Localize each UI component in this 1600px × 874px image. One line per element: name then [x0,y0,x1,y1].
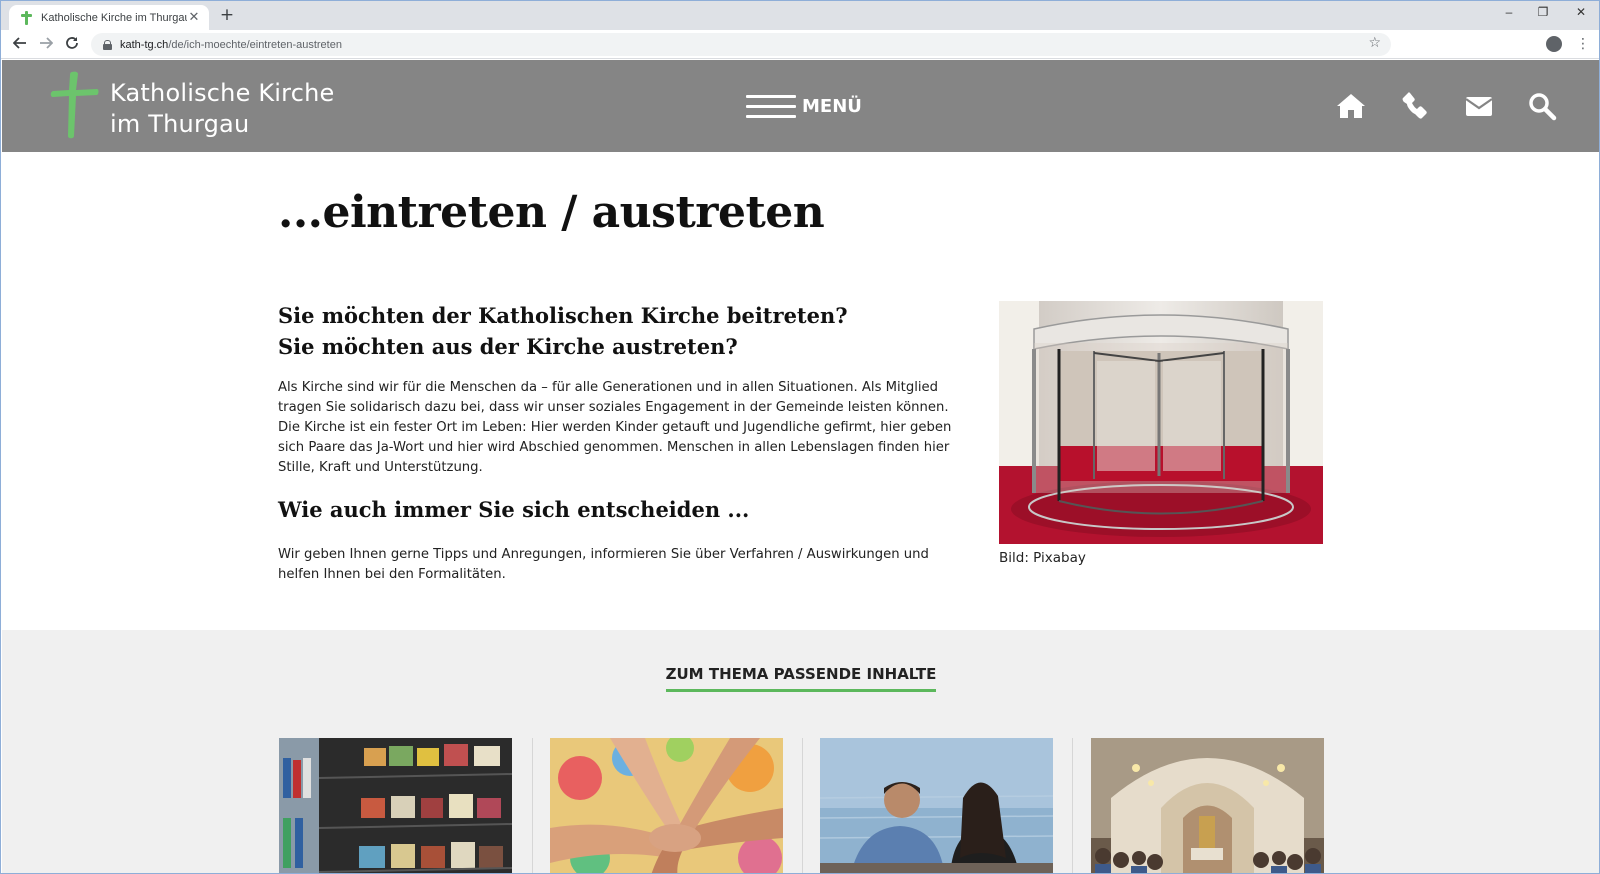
related-card-hands[interactable] [550,738,783,873]
intro-heading-line-1: Sie möchten der Katholischen Kirche beit… [278,303,848,328]
related-card-bookshelf[interactable] [279,738,512,873]
tab-close-icon[interactable]: ✕ [187,10,201,25]
menu-button[interactable]: MENÜ [746,92,862,120]
card-divider [532,738,533,873]
sub-heading: Wie auch immer Sie sich entscheiden ... [278,497,750,522]
revolving-door-image [999,301,1323,544]
related-title-wrap: ZUM THEMA PASSENDE INHALTE [2,664,1599,692]
page-title: ...eintreten / austreten [278,187,825,238]
related-card-couple[interactable] [820,738,1053,873]
url-path: /de/ich-moechte/eintreten-austreten [168,38,342,51]
related-title: ZUM THEMA PASSENDE INHALTE [665,665,937,692]
stacked-hands-image [550,738,783,873]
browser-menu-icon[interactable]: ⋮ [1576,34,1590,54]
intro-paragraph: Als Kirche sind wir für die Menschen da … [278,380,952,475]
menu-label: MENÜ [802,95,862,117]
forward-button[interactable] [35,34,57,56]
mail-icon[interactable] [1463,90,1495,122]
logo-line-1: Katholische Kirche [110,79,335,107]
close-window-button[interactable]: ✕ [1561,5,1599,25]
url-host: kath-tg.ch [120,38,169,51]
church-interior-image [1091,738,1324,873]
home-icon[interactable] [1335,90,1367,122]
related-card-church[interactable] [1091,738,1324,873]
address-bar[interactable]: kath-tg.ch/de/ich-moechte/eintreten-aust… [91,33,1391,56]
couple-by-sea-image [820,738,1053,873]
site-logo-text[interactable]: Katholische Kirche im Thurgau [110,78,335,140]
tab-title: Katholische Kirche im Thurgau [41,11,187,24]
reload-button[interactable] [61,34,83,56]
image-caption: Bild: Pixabay [999,550,1086,566]
site-header: Katholische Kirche im Thurgau MENÜ [2,60,1599,152]
bookshelf-image [279,738,512,873]
favicon-cross-icon [19,10,33,25]
sub-paragraph: Wir geben Ihnen gerne Tipps und Anregung… [278,547,929,582]
back-button[interactable] [9,34,31,56]
profile-avatar-icon[interactable] [1546,36,1562,52]
tab-bar: Katholische Kirche im Thurgau ✕ + – ❐ ✕ [1,1,1599,30]
reload-icon [66,37,78,49]
card-divider [802,738,803,873]
browser-tab[interactable]: Katholische Kirche im Thurgau ✕ [9,5,209,30]
search-icon[interactable] [1526,90,1558,122]
url-text: kath-tg.ch/de/ich-moechte/eintreten-aust… [120,39,342,51]
forward-arrow-icon [40,37,54,49]
hamburger-icon [746,92,796,120]
logo-line-2: im Thurgau [110,110,250,138]
intro-heading: Sie möchten der Katholischen Kirche beit… [278,300,918,362]
browser-toolbar: kath-tg.ch/de/ich-moechte/eintreten-aust… [1,30,1599,59]
restore-button[interactable]: ❐ [1523,5,1563,25]
back-arrow-icon [12,37,26,49]
intro-heading-line-2: Sie möchten aus der Kirche austreten? [278,334,738,359]
browser-window: Katholische Kirche im Thurgau ✕ + – ❐ ✕ … [0,0,1600,874]
related-section: ZUM THEMA PASSENDE INHALTE [2,630,1599,873]
lock-icon [103,39,112,50]
bookmark-star-icon[interactable]: ☆ [1368,35,1381,51]
phone-icon[interactable] [1400,90,1432,122]
new-tab-button[interactable]: + [217,6,237,26]
card-divider [1072,738,1073,873]
logo-cross-icon[interactable] [50,70,100,140]
